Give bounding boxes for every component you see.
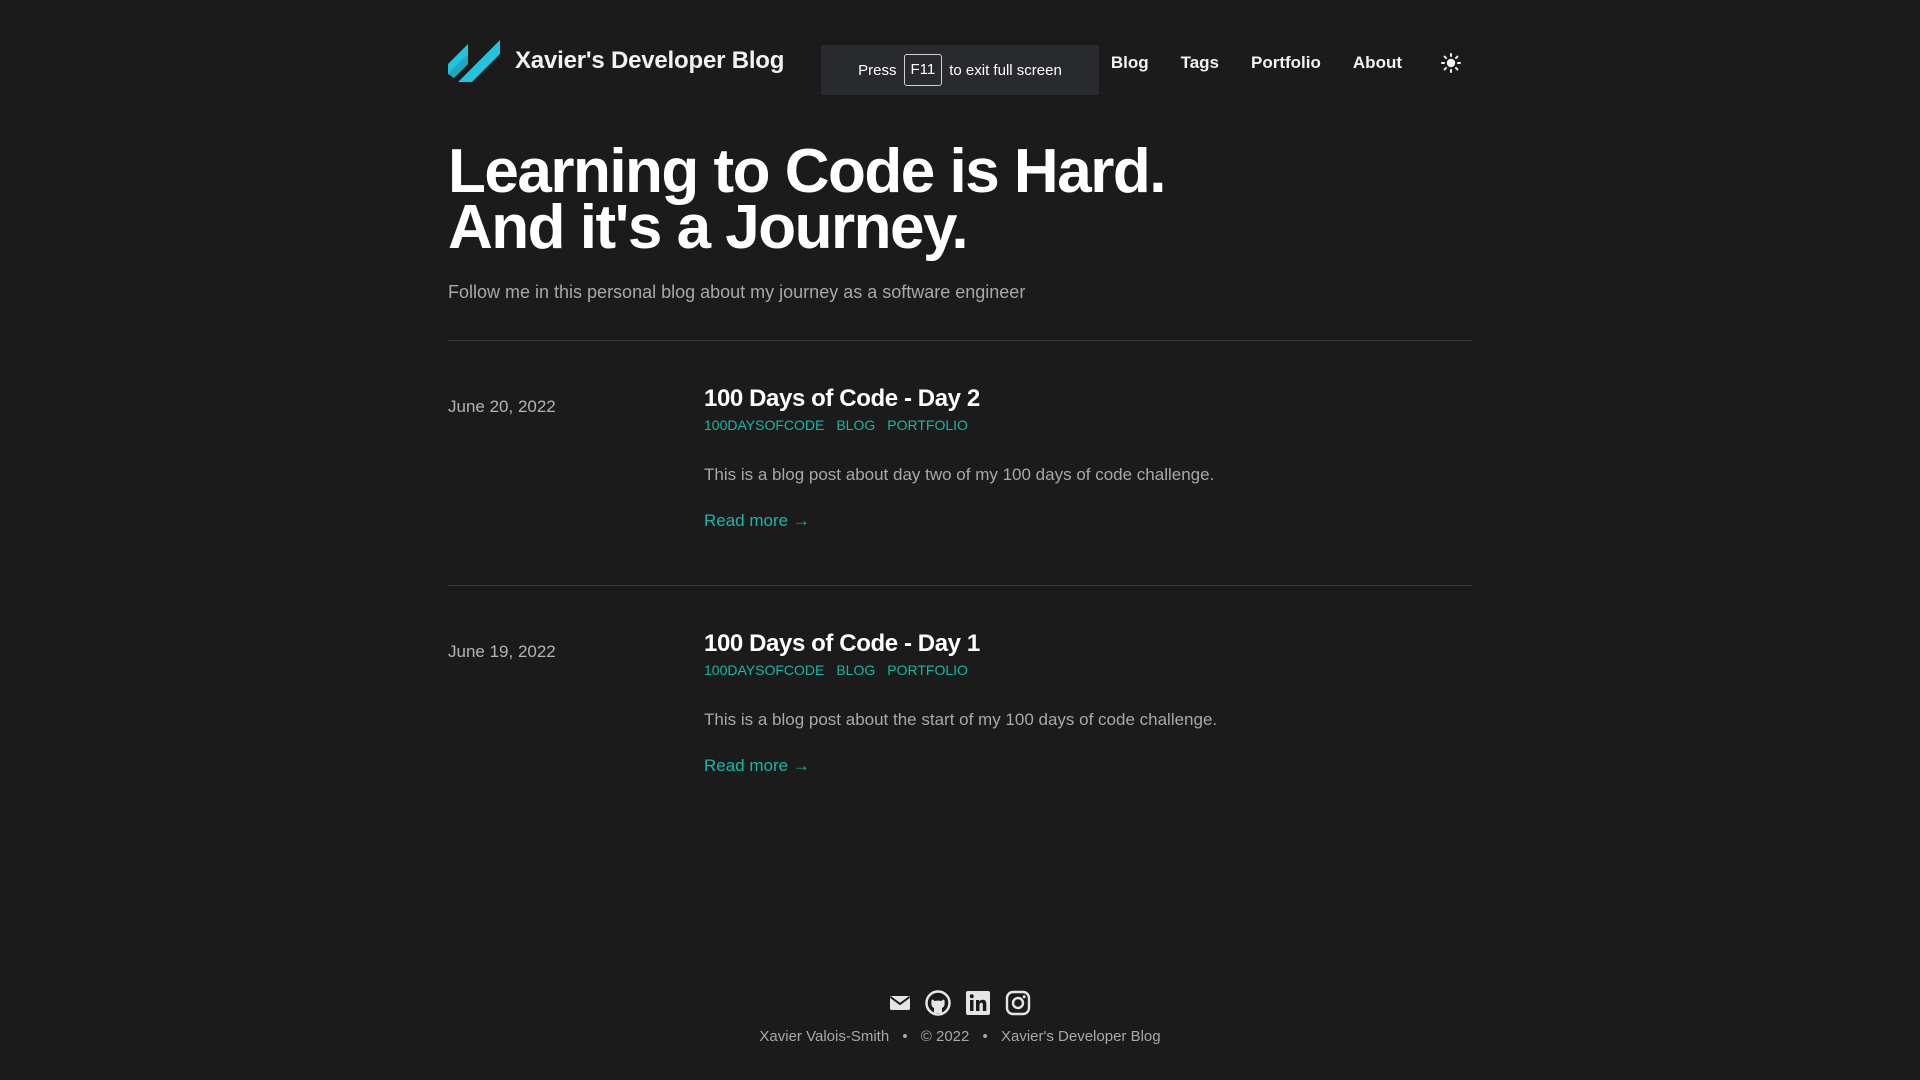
mail-icon [889,996,911,1010]
fullscreen-key-badge: F11 [903,54,943,86]
fullscreen-notice-prefix: Press [858,61,897,79]
post-tags: 100DAYSOFCODE BLOG PORTFOLIO [704,662,1464,678]
tag-link[interactable]: 100DAYSOFCODE [704,662,824,678]
footer-social-links [0,990,1920,1016]
post-body: 100 Days of Code - Day 1 100DAYSOFCODE B… [704,630,1464,776]
mail-link[interactable] [889,992,911,1014]
instagram-icon [1005,990,1031,1016]
post-tags: 100DAYSOFCODE BLOG PORTFOLIO [704,417,1464,433]
tag-link[interactable]: BLOG [836,662,875,678]
post-title-link[interactable]: 100 Days of Code - Day 2 [704,385,1464,413]
linkedin-icon [966,991,990,1015]
fullscreen-notice: Press F11 to exit full screen [821,45,1099,95]
sun-icon [1441,53,1461,73]
post-date: June 20, 2022 [448,397,556,416]
post-summary: This is a blog post about the start of m… [704,710,1218,729]
nav-blog[interactable]: Blog [1111,53,1149,73]
hero-title: Learning to Code is Hard. And it's a Jou… [448,137,1472,262]
main-nav: Blog Tags Portfolio About [1079,50,1464,76]
site-title: Xavier's Developer Blog [515,47,785,74]
footer-copyright: © 2022 [920,1028,970,1045]
read-more-link[interactable]: Read more → [704,511,810,531]
nav-about[interactable]: About [1353,53,1402,73]
logo-icon [448,40,500,82]
footer-credits: Xavier Valois-Smith • © 2022 • Xavier's … [0,1028,1920,1045]
footer-separator: • [902,1028,908,1045]
theme-toggle-button[interactable] [1438,50,1464,76]
tag-link[interactable]: 100DAYSOFCODE [704,417,824,433]
divider [448,585,1472,586]
linkedin-link[interactable] [965,990,991,1016]
divider [448,340,1472,341]
footer-site-link[interactable]: Xavier's Developer Blog [1001,1028,1161,1045]
instagram-link[interactable] [1005,990,1031,1016]
post-summary: This is a blog post about day two of my … [704,465,1215,484]
tag-link[interactable]: PORTFOLIO [887,662,968,678]
hero-subtitle: Follow me in this personal blog about my… [448,282,1026,302]
read-more-link[interactable]: Read more → [704,756,810,776]
page: Xavier's Developer Blog Blog Tags Portfo… [0,0,1920,1080]
post-title-link[interactable]: 100 Days of Code - Day 1 [704,630,1464,658]
fullscreen-notice-suffix: to exit full screen [949,61,1062,79]
post-body: 100 Days of Code - Day 2 100DAYSOFCODE B… [704,385,1464,531]
nav-tags[interactable]: Tags [1181,53,1219,73]
footer-separator: • [982,1028,988,1045]
tag-link[interactable]: PORTFOLIO [887,417,968,433]
post-date: June 19, 2022 [448,642,556,661]
hero-title-line-1: Learning to Code is Hard. [448,137,1166,206]
github-link[interactable] [925,990,951,1016]
footer-author: Xavier Valois-Smith [759,1028,890,1045]
site-logo-link[interactable]: Xavier's Developer Blog [448,40,784,82]
github-icon [925,990,951,1016]
hero-title-line-2: And it's a Journey. [448,193,969,262]
tag-link[interactable]: BLOG [836,417,875,433]
nav-portfolio[interactable]: Portfolio [1251,53,1321,73]
